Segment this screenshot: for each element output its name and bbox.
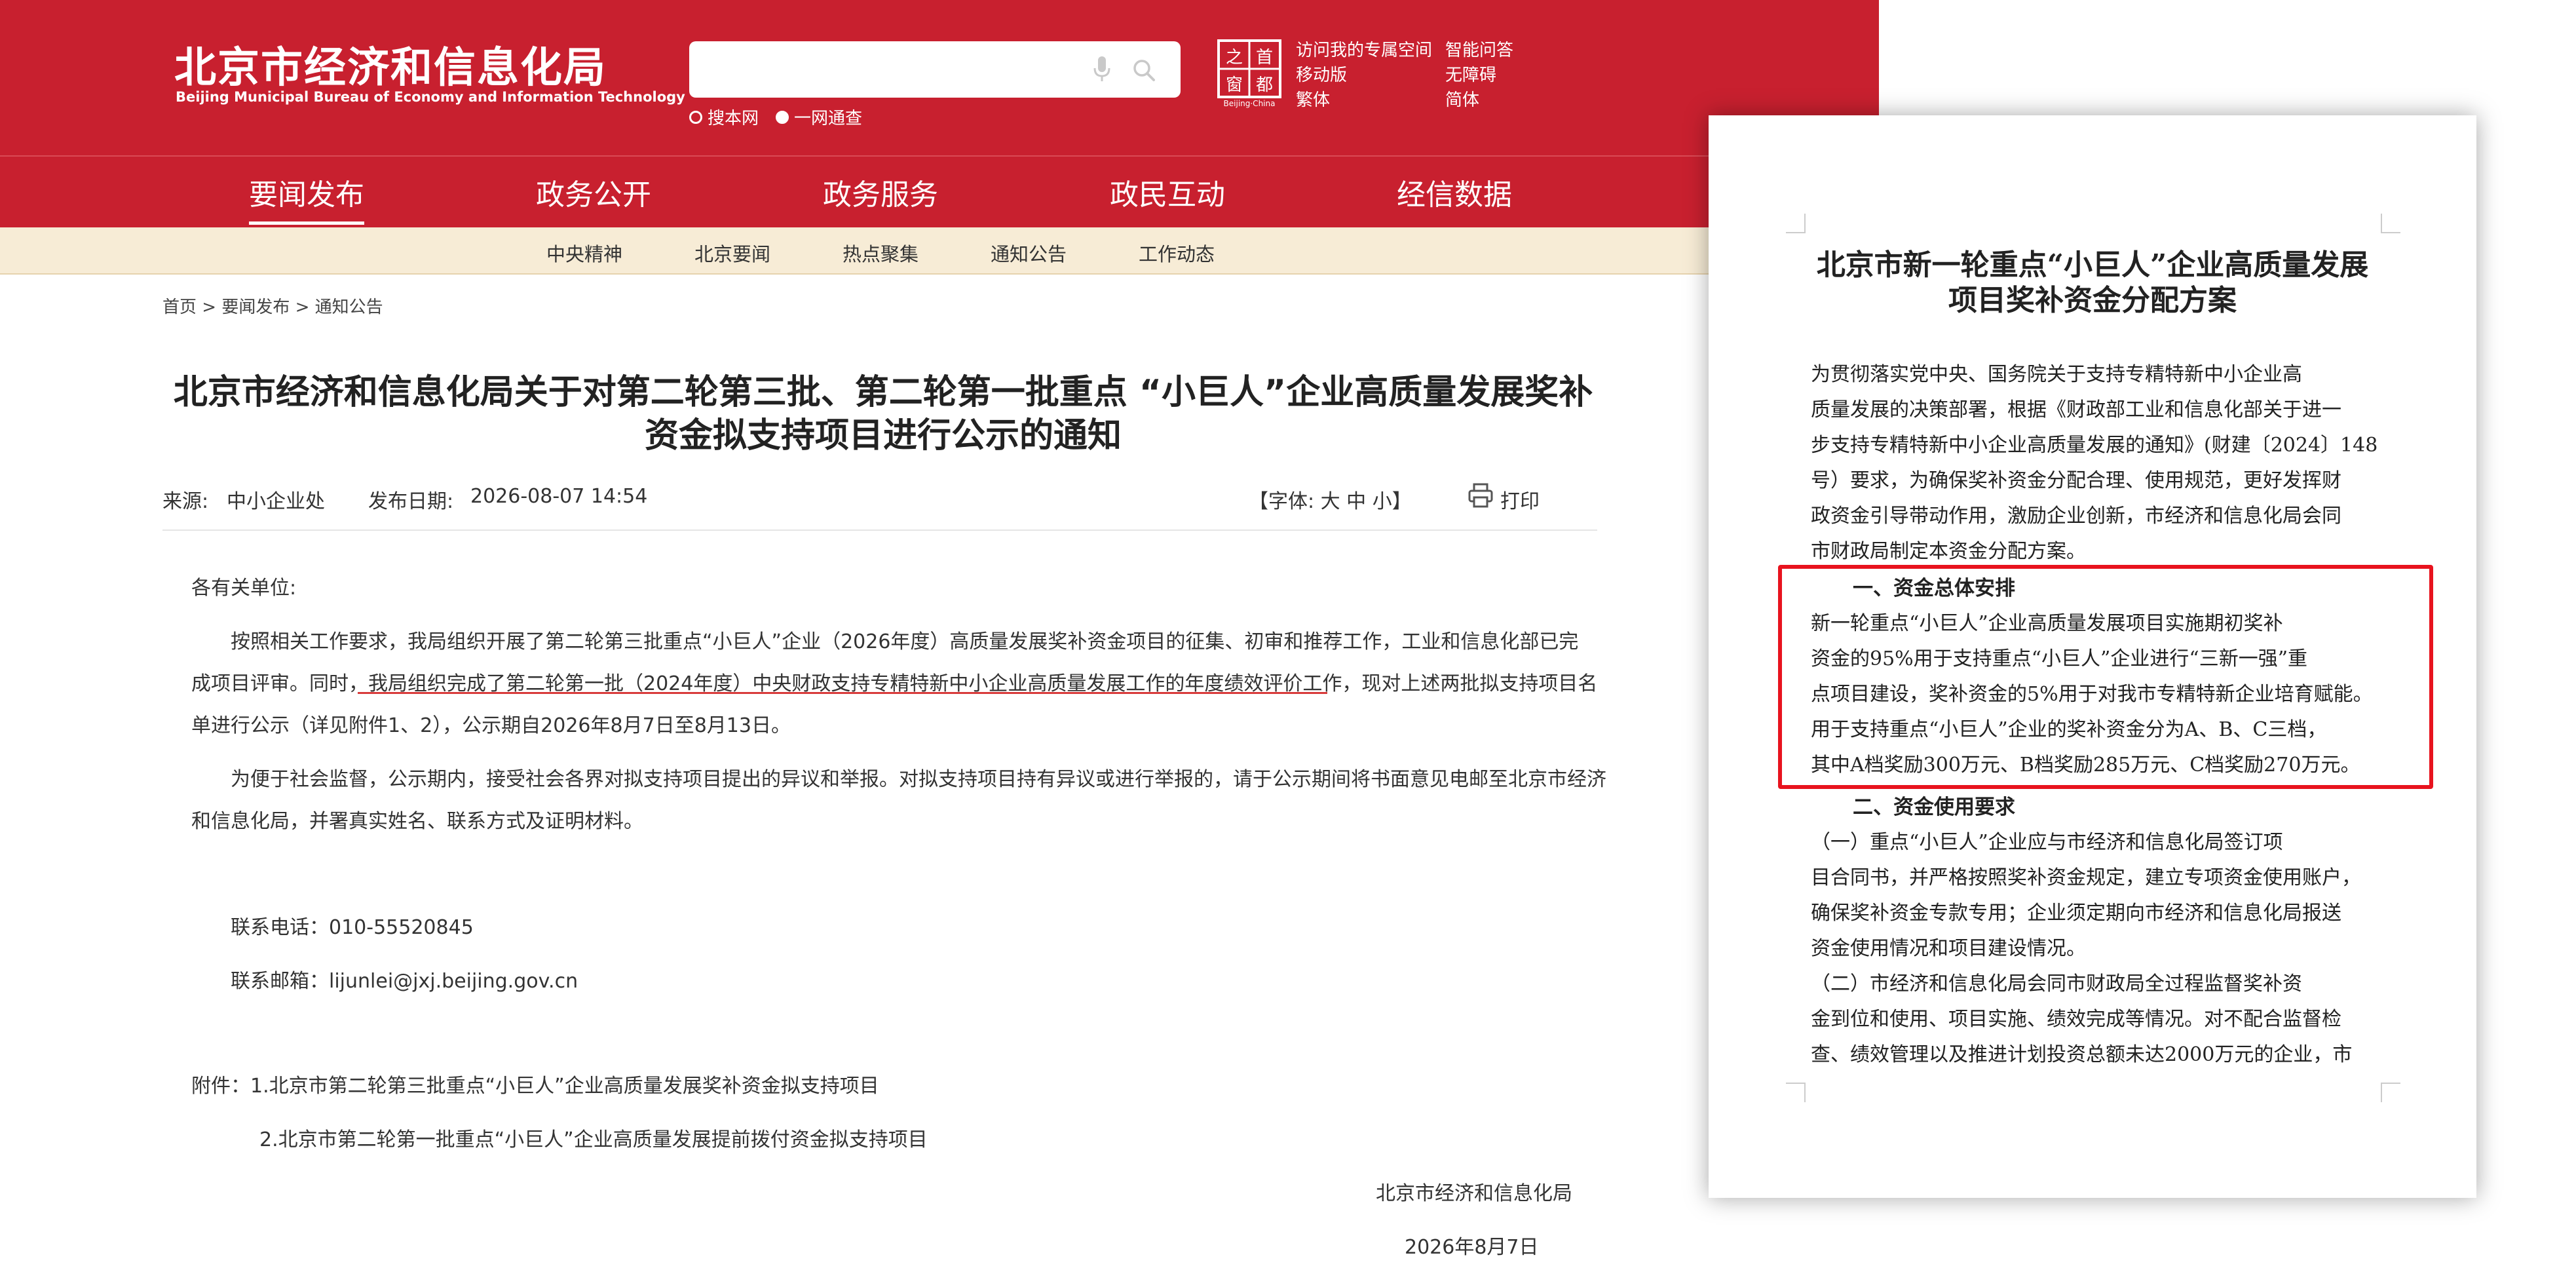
site-logo-title[interactable]: 北京市经济和信息化局 — [174, 34, 607, 94]
font-size-control[interactable]: 【字体: 大 中 小】 — [1249, 485, 1412, 514]
attachment-2-link[interactable]: 2.北京市第二轮第一批重点“小巨人”企业高质量发展提前拨付资金拟支持项目 — [259, 1123, 928, 1152]
paragraph-1-line-3: 单进行公示（详见附件1、2），公示期自2026年8月7日至8月13日。 — [191, 714, 791, 737]
link-simplified[interactable]: 简体 — [1445, 86, 1479, 111]
main-nav: 要闻发布 政务公开 政务服务 政民互动 经信数据 — [0, 155, 1879, 227]
article-title: 北京市经济和信息化局关于对第二轮第三批、第二轮第一批重点 “小巨人”企业高质量发… — [162, 371, 1604, 457]
scope-label-all: 一网通查 — [794, 109, 863, 128]
annotation-underline — [358, 692, 1327, 694]
svg-text:之: 之 — [1226, 48, 1243, 67]
link-smart-qa[interactable]: 智能问答 — [1445, 37, 1513, 61]
crop-mark — [1786, 1083, 1806, 1102]
subnav-item-hot[interactable]: 热点聚集 — [843, 239, 919, 267]
site-header: 北京市经济和信息化局 Beijing Municipal Bureau of E… — [0, 0, 1879, 155]
capital-window-emblem[interactable]: 之 首 窗 都 Beijing·China — [1217, 39, 1281, 109]
subnav-item-work[interactable]: 工作动态 — [1139, 239, 1215, 267]
microphone-icon[interactable] — [1092, 55, 1112, 84]
radio-icon — [689, 110, 702, 124]
doc-section2-line: 资金使用情况和项目建设情况。 — [1811, 937, 2086, 960]
attachment-1-link[interactable]: 附件：1.北京市第二轮第三批重点“小巨人”企业高质量发展奖补资金拟支持项目 — [191, 1069, 879, 1098]
doc-heading-2: 二、资金使用要求 — [1853, 796, 2015, 819]
subnav-item-central[interactable]: 中央精神 — [546, 239, 622, 267]
crop-mark — [2381, 214, 2400, 233]
doc-intro-line: 号）要求，为确保奖补资金分配合理、使用规范，更好发挥财 — [1811, 469, 2341, 492]
contact-phone: 联系电话：010-55520845 — [231, 916, 474, 939]
svg-text:Beijing·China: Beijing·China — [1224, 99, 1276, 108]
doc-section2-line: 查、绩效管理以及推进计划投资总额未达2000万元的企业，市 — [1811, 1043, 2353, 1066]
paragraph-2-line-1: 为便于社会监督，公示期内，接受社会各界对拟支持项目提出的异议和举报。对拟支持项目… — [231, 768, 1606, 791]
sign-date: 2026年8月7日 — [1405, 1236, 1539, 1259]
nav-item-news[interactable]: 要闻发布 — [249, 171, 364, 225]
highlight-box — [1778, 565, 2433, 789]
doc-intro-line: 市财政局制定本资金分配方案。 — [1811, 540, 2086, 563]
svg-text:窗: 窗 — [1226, 75, 1243, 95]
link-traditional[interactable]: 繁体 — [1296, 86, 1330, 111]
scope-option-all[interactable]: 一网通查 — [776, 105, 862, 129]
nav-item-gov-affairs[interactable]: 政务公开 — [536, 171, 651, 213]
link-my-space[interactable]: 访问我的专属空间 — [1296, 37, 1432, 61]
date-label: 发布日期: — [368, 490, 454, 513]
source-value: 中小企业处 — [227, 490, 325, 513]
nav-item-gov-services[interactable]: 政务服务 — [823, 171, 938, 213]
sub-nav: 中央精神 北京要闻 热点聚集 通知公告 工作动态 — [0, 227, 1879, 275]
nav-item-data[interactable]: 经信数据 — [1397, 171, 1512, 213]
date-value: 2026-08-07 14:54 — [470, 485, 648, 508]
doc-intro-line: 政资金引导带动作用，激励企业创新，市经济和信息化局会同 — [1811, 505, 2341, 528]
article-title-line2: 资金拟支持项目进行公示的通知 — [644, 416, 1122, 455]
doc-title-line2: 项目奖补资金分配方案 — [1948, 284, 2237, 317]
site-logo-subtitle: Beijing Municipal Bureau of Economy and … — [176, 89, 685, 105]
radio-selected-icon — [776, 110, 789, 124]
article-title-line1: 北京市经济和信息化局关于对第二轮第三批、第二轮第一批重点 “小巨人”企业高质量发… — [173, 373, 1593, 412]
doc-section2-line: 目合同书，并严格按照奖补资金规定，建立专项资金使用账户， — [1811, 866, 2361, 889]
breadcrumb[interactable]: 首页 > 要闻发布 > 通知公告 — [162, 294, 383, 318]
salutation: 各有关单位: — [191, 577, 297, 600]
document-preview: 北京市新一轮重点“小巨人”企业高质量发展 项目奖补资金分配方案 为贯彻落实党中央… — [1709, 115, 2476, 1198]
divider — [162, 529, 1597, 531]
doc-section2-line: （二）市经济和信息化局会同市财政局全过程监督奖补资 — [1811, 972, 2302, 995]
doc-section2-line: 金到位和使用、项目实施、绩效完成等情况。对不配合监督检 — [1811, 1008, 2341, 1031]
search-icon[interactable] — [1131, 58, 1156, 83]
print-button[interactable]: 打印 — [1500, 485, 1540, 514]
link-mobile[interactable]: 移动版 — [1296, 62, 1347, 86]
doc-intro-line: 步支持专精特新中小企业高质量发展的通知》(财建〔2024〕148 — [1811, 434, 2378, 457]
paragraph-1-line-1: 按照相关工作要求，我局组织开展了第二轮第三批重点“小巨人”企业（2026年度）高… — [231, 630, 1579, 653]
paragraph-2-line-2: 和信息化局，并署真实姓名、联系方式及证明材料。 — [191, 810, 643, 833]
signature: 北京市经济和信息化局 — [1376, 1182, 1572, 1205]
subnav-item-notices[interactable]: 通知公告 — [991, 239, 1067, 267]
web-page: 北京市经济和信息化局 Beijing Municipal Bureau of E… — [0, 0, 1879, 1287]
crop-mark — [2381, 1083, 2400, 1102]
subnav-item-beijing[interactable]: 北京要闻 — [694, 239, 770, 267]
doc-intro-line: 质量发展的决策部署，根据《财政部工业和信息化部关于进一 — [1811, 398, 2341, 421]
printer-icon[interactable] — [1468, 483, 1494, 508]
search-input[interactable] — [702, 53, 1095, 86]
doc-section2-line: 确保奖补资金专款专用；企业须定期向市经济和信息化局报送 — [1811, 902, 2341, 925]
doc-section2-line: （一）重点“小巨人”企业应与市经济和信息化局签订项 — [1811, 831, 2283, 854]
crop-mark — [1786, 214, 1806, 233]
scope-label-site: 搜本网 — [708, 109, 759, 128]
doc-intro-line: 为贯彻落实党中央、国务院关于支持专精特新中小企业高 — [1811, 363, 2302, 386]
scope-option-site[interactable]: 搜本网 — [689, 105, 759, 129]
nav-item-interaction[interactable]: 政民互动 — [1110, 171, 1225, 213]
source-label: 来源: — [162, 490, 209, 513]
svg-text:都: 都 — [1256, 75, 1273, 95]
link-accessibility[interactable]: 无障碍 — [1445, 62, 1496, 86]
contact-email[interactable]: 联系邮箱：lijunlei@jxj.beijing.gov.cn — [231, 965, 578, 993]
svg-text:首: 首 — [1256, 48, 1273, 67]
